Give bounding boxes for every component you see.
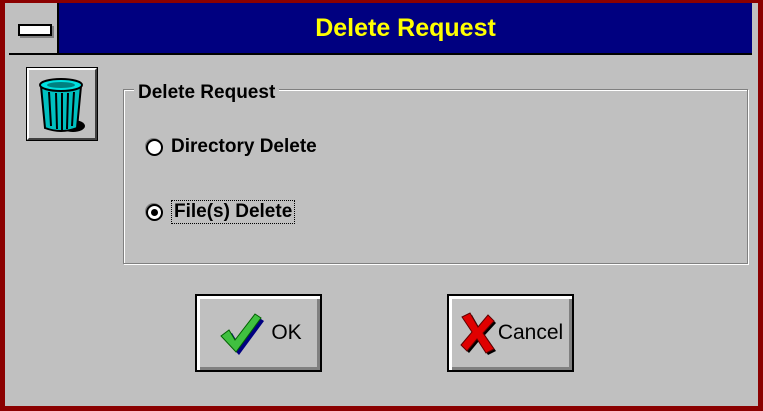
- delete-request-groupbox: [123, 89, 748, 264]
- x-mark-icon: [460, 312, 496, 355]
- trash-can-icon: [26, 67, 98, 141]
- ok-button[interactable]: OK: [195, 294, 322, 372]
- window-title: Delete Request: [315, 14, 496, 42]
- checkmark-icon: [220, 313, 265, 355]
- radio-label-directory[interactable]: Directory Delete: [171, 136, 317, 158]
- cancel-button[interactable]: Cancel: [447, 294, 574, 372]
- radio-button-directory[interactable]: [146, 138, 163, 156]
- radio-button-files[interactable]: [146, 203, 163, 221]
- system-menu-icon: [18, 24, 52, 36]
- radio-files-delete[interactable]: File(s) Delete: [146, 200, 296, 224]
- radio-directory-delete[interactable]: Directory Delete: [146, 136, 317, 158]
- ok-button-label: OK: [271, 321, 302, 344]
- dialog-client-area: Delete Request Directory Delete File(s) …: [9, 55, 752, 406]
- cancel-button-label: Cancel: [497, 321, 564, 344]
- title-bar[interactable]: Delete Request: [9, 3, 752, 55]
- radio-label-files[interactable]: File(s) Delete: [171, 200, 296, 224]
- groupbox-label: Delete Request: [134, 82, 280, 104]
- system-menu-button[interactable]: [9, 3, 59, 53]
